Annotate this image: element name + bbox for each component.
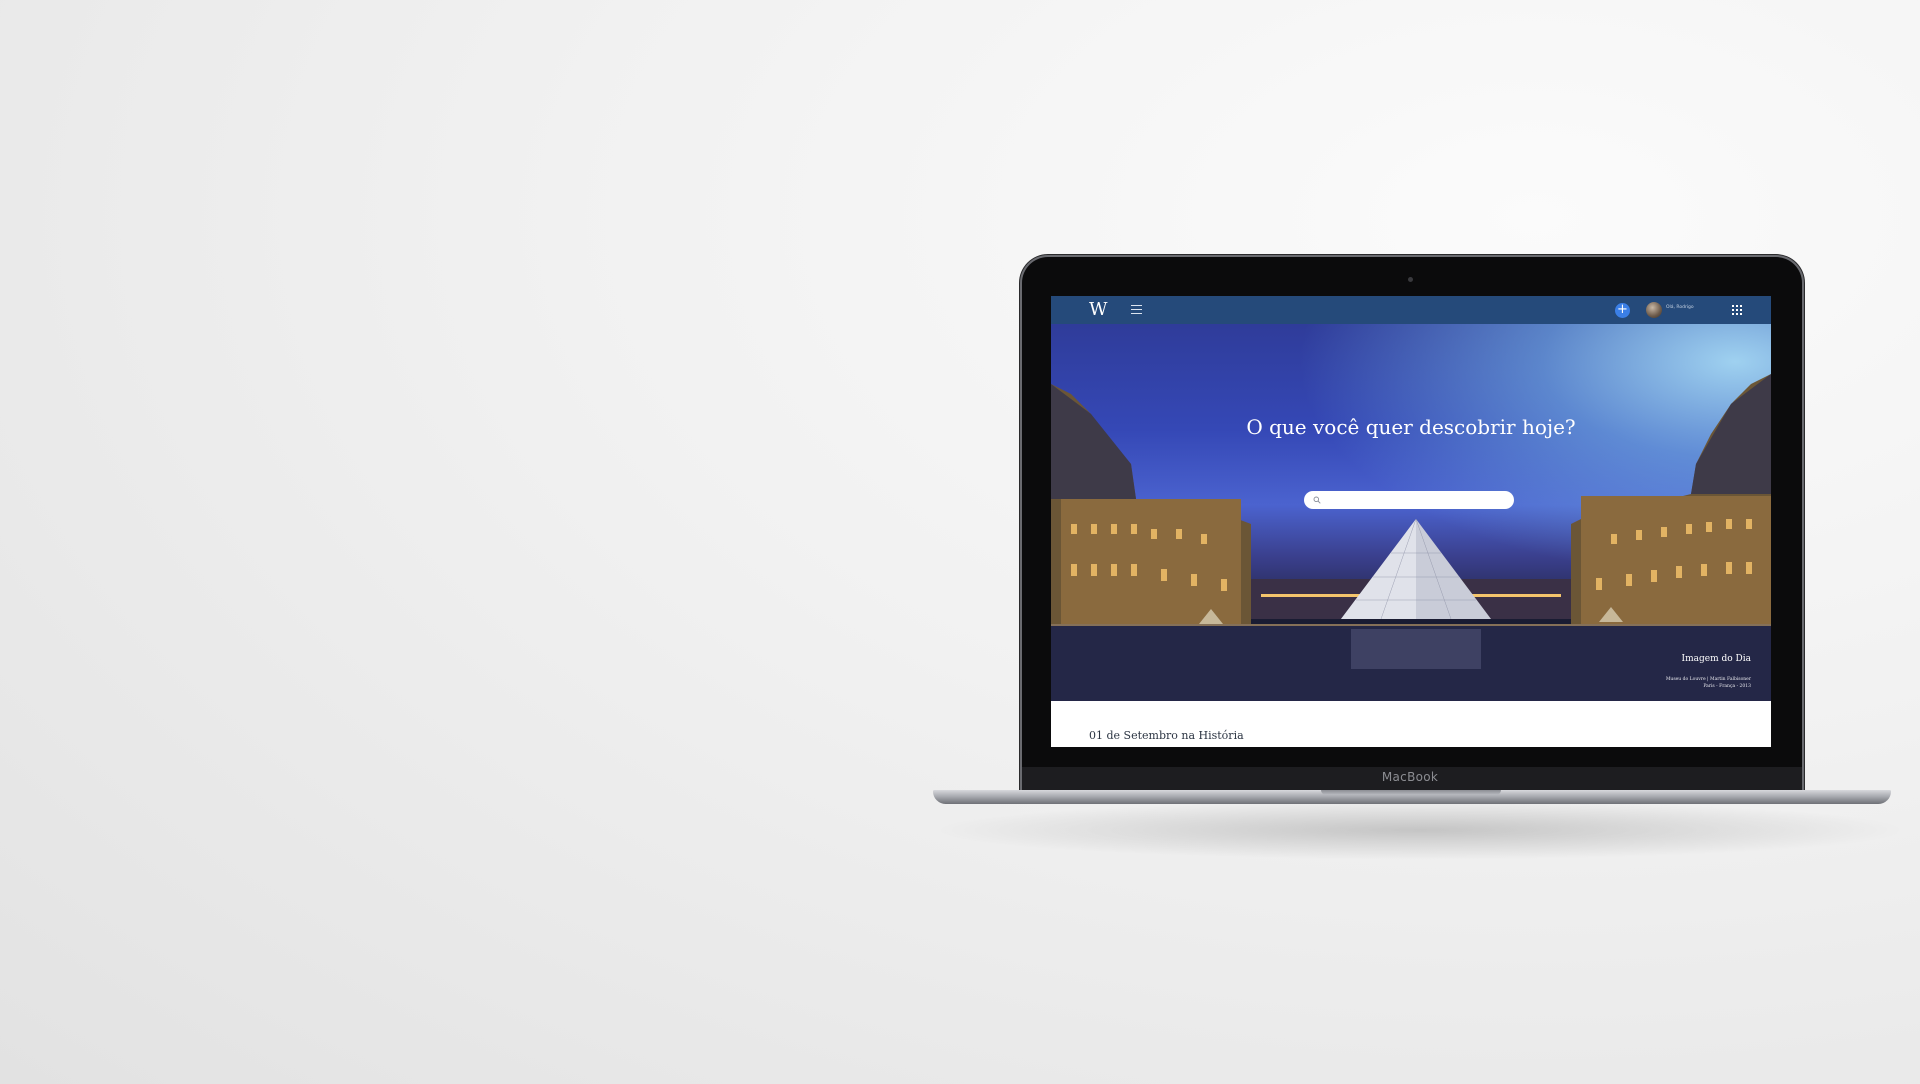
laptop-shadow xyxy=(930,800,1910,860)
laptop-opening-notch xyxy=(1321,790,1501,795)
image-location: Paris - França - 2013 xyxy=(1703,684,1751,689)
hero-image: O que você quer descobrir hoje? Imagem d… xyxy=(1051,324,1771,701)
image-credit: Museu do Louvre | Martin Falbisoner xyxy=(1665,677,1751,682)
add-button[interactable]: + xyxy=(1615,303,1630,318)
section-title: 01 de Setembro na História xyxy=(1089,729,1244,742)
avatar[interactable] xyxy=(1646,302,1662,318)
laptop-brand-label: MacBook xyxy=(1381,770,1439,784)
search-icon xyxy=(1313,496,1321,504)
laptop-screen: W + Olá, Rodrigo O que você quer descobr… xyxy=(1051,296,1771,747)
wikipedia-logo[interactable]: W xyxy=(1089,299,1108,321)
user-greeting[interactable]: Olá, Rodrigo xyxy=(1666,305,1694,310)
louvre-photo xyxy=(1051,374,1771,701)
apps-grid-icon[interactable] xyxy=(1732,305,1742,315)
image-of-the-day-title: Imagem do Dia xyxy=(1681,654,1751,664)
search-input[interactable] xyxy=(1304,491,1514,509)
menu-icon[interactable] xyxy=(1131,305,1142,314)
webcam xyxy=(1408,277,1413,282)
site-header: W + Olá, Rodrigo xyxy=(1051,296,1771,324)
hero-title: O que você quer descobrir hoje? xyxy=(1246,415,1576,439)
